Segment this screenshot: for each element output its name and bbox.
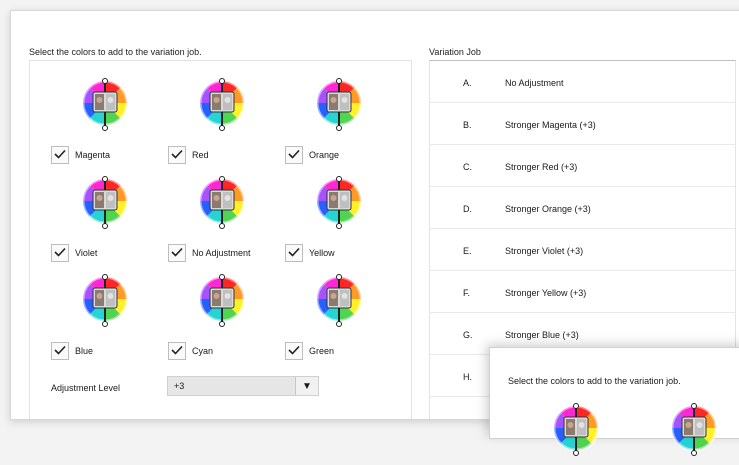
violet-checkbox-row[interactable]: Violet xyxy=(51,244,97,262)
checkmark-icon xyxy=(54,244,66,262)
select-colors-prompt: Select the colors to add to the variatio… xyxy=(29,47,202,57)
job-row[interactable]: D. Stronger Orange (+3) xyxy=(430,187,735,229)
color-wheel-icon xyxy=(196,75,248,135)
blue-label: Blue xyxy=(75,346,94,356)
magenta-checkbox-row[interactable]: Magenta xyxy=(51,146,110,164)
popup-select-colors-prompt: Select the colors to add to the variatio… xyxy=(508,376,681,386)
checkmark-icon xyxy=(288,342,300,360)
magenta-label: Magenta xyxy=(75,150,111,160)
color-option-red: Red xyxy=(168,75,288,173)
color-option-cyan: Cyan xyxy=(168,271,288,369)
color-selection-panel: Magenta Red Orange Violet No Adjustment … xyxy=(29,60,412,419)
job-text: No Adjustment xyxy=(505,78,564,88)
green-checkbox-row[interactable]: Green xyxy=(285,342,334,360)
blue-checkbox-row[interactable]: Blue xyxy=(51,342,93,360)
checkmark-icon xyxy=(171,146,183,164)
job-letter: F. xyxy=(463,288,471,298)
job-text: Stronger Magenta (+3) xyxy=(505,120,596,130)
red-checkbox-row[interactable]: Red xyxy=(168,146,209,164)
variation-job-heading: Variation Job xyxy=(429,47,481,57)
red-label: Red xyxy=(192,150,209,160)
color-wheel-icon xyxy=(79,271,131,331)
checkmark-icon xyxy=(54,342,66,360)
color-wheel-icon xyxy=(79,173,131,233)
job-text: Stronger Violet (+3) xyxy=(505,246,584,256)
cyan-label: Cyan xyxy=(192,346,214,356)
violet-checkbox[interactable] xyxy=(51,244,69,262)
job-letter: G. xyxy=(463,330,473,340)
job-letter: H. xyxy=(463,372,472,382)
color-option-magenta: Magenta xyxy=(51,75,171,173)
job-row[interactable]: E. Stronger Violet (+3) xyxy=(430,229,735,271)
adjustment-level-select[interactable]: +3 ▼ xyxy=(167,376,319,396)
color-option-green: Green xyxy=(285,271,405,369)
green-checkbox[interactable] xyxy=(285,342,303,360)
checkmark-icon xyxy=(171,244,183,262)
no-adjustment-checkbox-row[interactable]: No Adjustment xyxy=(168,244,251,262)
color-wheel-icon xyxy=(550,400,602,460)
violet-label: Violet xyxy=(75,248,98,258)
job-text: Stronger Orange (+3) xyxy=(505,204,591,214)
blue-checkbox[interactable] xyxy=(51,342,69,360)
cyan-checkbox-row[interactable]: Cyan xyxy=(168,342,213,360)
dropdown-arrow-icon[interactable]: ▼ xyxy=(295,377,318,395)
overlapping-dialog: Select the colors to add to the variatio… xyxy=(489,347,739,456)
green-label: Green xyxy=(309,346,335,356)
color-wheel-icon xyxy=(313,271,365,331)
adjustment-level-label: Adjustment Level xyxy=(51,383,121,393)
job-letter: A. xyxy=(463,78,472,88)
cyan-checkbox[interactable] xyxy=(168,342,186,360)
checkmark-icon xyxy=(171,342,183,360)
job-row[interactable]: A. No Adjustment xyxy=(430,61,735,103)
job-row[interactable]: C. Stronger Red (+3) xyxy=(430,145,735,187)
color-wheel-icon xyxy=(313,173,365,233)
color-option-no-adjustment: No Adjustment xyxy=(168,173,288,271)
yellow-checkbox[interactable] xyxy=(285,244,303,262)
job-row[interactable]: B. Stronger Magenta (+3) xyxy=(430,103,735,145)
color-wheel-icon xyxy=(313,75,365,135)
job-text: Stronger Yellow (+3) xyxy=(505,288,587,298)
job-letter: B. xyxy=(463,120,472,130)
orange-checkbox[interactable] xyxy=(285,146,303,164)
no-adjustment-label: No Adjustment xyxy=(192,248,251,258)
job-row[interactable]: F. Stronger Yellow (+3) xyxy=(430,271,735,313)
adjustment-level-value: +3 xyxy=(174,381,185,391)
checkmark-icon xyxy=(288,244,300,262)
job-letter: C. xyxy=(463,162,472,172)
color-wheel-icon xyxy=(196,173,248,233)
job-letter: E. xyxy=(463,246,472,256)
color-wheel-icon xyxy=(79,75,131,135)
job-text: Stronger Blue (+3) xyxy=(505,330,579,340)
red-checkbox[interactable] xyxy=(168,146,186,164)
color-option-blue: Blue xyxy=(51,271,171,369)
checkmark-icon xyxy=(54,146,66,164)
orange-checkbox-row[interactable]: Orange xyxy=(285,146,339,164)
magenta-checkbox[interactable] xyxy=(51,146,69,164)
checkmark-icon xyxy=(288,146,300,164)
yellow-checkbox-row[interactable]: Yellow xyxy=(285,244,335,262)
color-option-orange: Orange xyxy=(285,75,405,173)
yellow-label: Yellow xyxy=(309,248,335,258)
no-adjustment-checkbox[interactable] xyxy=(168,244,186,262)
color-option-yellow: Yellow xyxy=(285,173,405,271)
color-option-violet: Violet xyxy=(51,173,171,271)
orange-label: Orange xyxy=(309,150,340,160)
color-wheel-icon xyxy=(196,271,248,331)
job-letter: D. xyxy=(463,204,472,214)
job-text: Stronger Red (+3) xyxy=(505,162,578,172)
color-wheel-icon xyxy=(668,400,720,460)
